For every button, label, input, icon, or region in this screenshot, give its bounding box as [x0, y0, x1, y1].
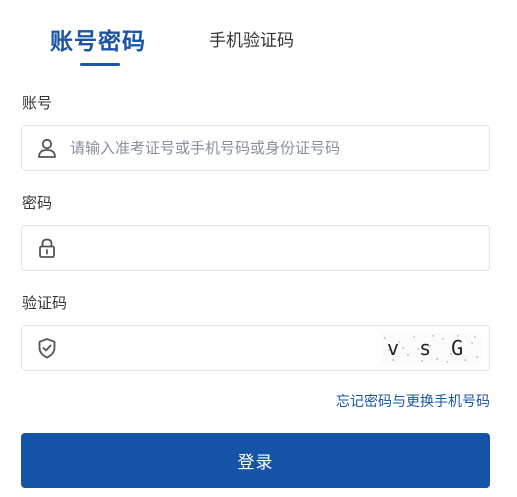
captcha-text: v s G W [387, 336, 481, 360]
account-field[interactable] [21, 125, 490, 171]
login-tabs: 账号密码 手机验证码 [0, 0, 517, 70]
account-input[interactable] [70, 126, 370, 170]
login-button[interactable]: 登录 [21, 433, 490, 488]
account-label: 账号 [22, 94, 53, 112]
captcha-image[interactable]: v s G W [381, 333, 481, 365]
active-tab-indicator [80, 63, 120, 66]
tab-account-password[interactable]: 账号密码 [50, 22, 146, 56]
password-label: 密码 [22, 194, 53, 212]
tab-sms-code[interactable]: 手机验证码 [209, 26, 294, 51]
forgot-password-link[interactable]: 忘记密码与更换手机号码 [336, 391, 490, 411]
captcha-label: 验证码 [22, 294, 68, 312]
password-field[interactable] [21, 225, 490, 271]
lock-icon [36, 237, 58, 259]
captcha-input[interactable] [70, 326, 370, 370]
password-input[interactable] [70, 226, 370, 270]
shield-check-icon [36, 337, 58, 359]
captcha-field[interactable]: v s G W [21, 325, 490, 371]
user-icon [36, 137, 58, 159]
